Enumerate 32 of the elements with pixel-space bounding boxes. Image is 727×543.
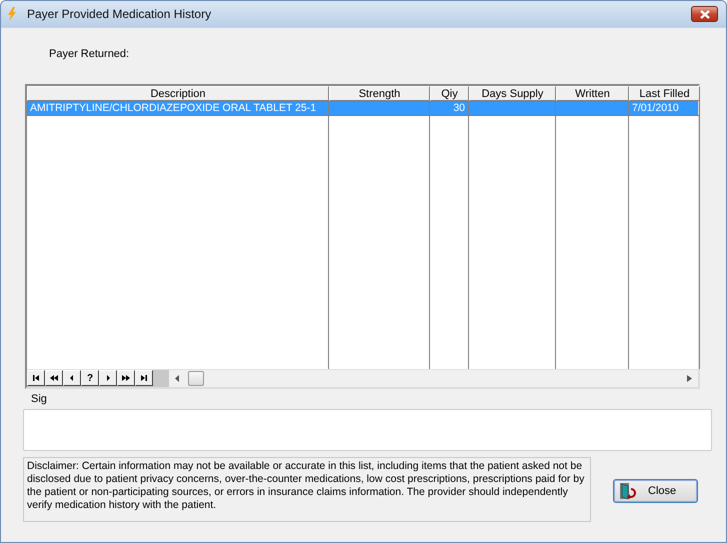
- navigator-button[interactable]: [99, 370, 117, 386]
- lightning-icon: [7, 7, 17, 21]
- first-icon: [31, 373, 41, 383]
- table-cell: AMITRIPTYLINE/CHLORDIAZEPOXIDE ORAL TABLET 25-1: [30, 102, 316, 114]
- table-cell: 7/01/2010: [632, 102, 679, 114]
- navigator-button[interactable]: [63, 370, 81, 386]
- navigator-button[interactable]: [117, 370, 135, 386]
- column-header[interactable]: Last Filled: [629, 86, 700, 101]
- window-title: Payer Provided Medication History: [27, 7, 212, 21]
- column-header[interactable]: Strength: [329, 86, 430, 101]
- column-header[interactable]: Description: [27, 86, 329, 101]
- disclaimer-text: Disclaimer: Certain information may not be available or accurate in this list, including items that the patient asked not be disclosed due to patient privacy concerns, over-the-counter medications, low cost prescriptions, prescriptions paid for by the patient or non-participating sources, or errors in insurance claims information. The provider should independently verify medication history with the patient.: [27, 460, 584, 511]
- close-icon: [698, 10, 710, 18]
- close-window-button[interactable]: [691, 6, 718, 22]
- last-icon: [139, 373, 149, 383]
- column-header[interactable]: Written: [556, 86, 629, 101]
- scroll-thumb[interactable]: [188, 371, 204, 386]
- column-header[interactable]: Qiy: [430, 86, 469, 101]
- navigator-button[interactable]: [27, 370, 45, 386]
- close-button[interactable]: Close: [613, 479, 698, 503]
- navigator-button[interactable]: [135, 370, 153, 386]
- help-button[interactable]: ?: [81, 370, 99, 386]
- prev-page-icon: [49, 373, 59, 383]
- column-header[interactable]: Days Supply: [469, 86, 556, 101]
- table-cell: 30: [453, 102, 465, 114]
- payer-returned-label: Payer Returned:: [49, 48, 130, 62]
- sig-field[interactable]: [23, 409, 712, 451]
- next-page-icon: [121, 373, 131, 383]
- scroll-left-icon: [175, 375, 180, 382]
- sig-label: Sig: [31, 393, 48, 407]
- scroll-right-icon: [687, 375, 692, 382]
- navigator-button[interactable]: [45, 370, 63, 386]
